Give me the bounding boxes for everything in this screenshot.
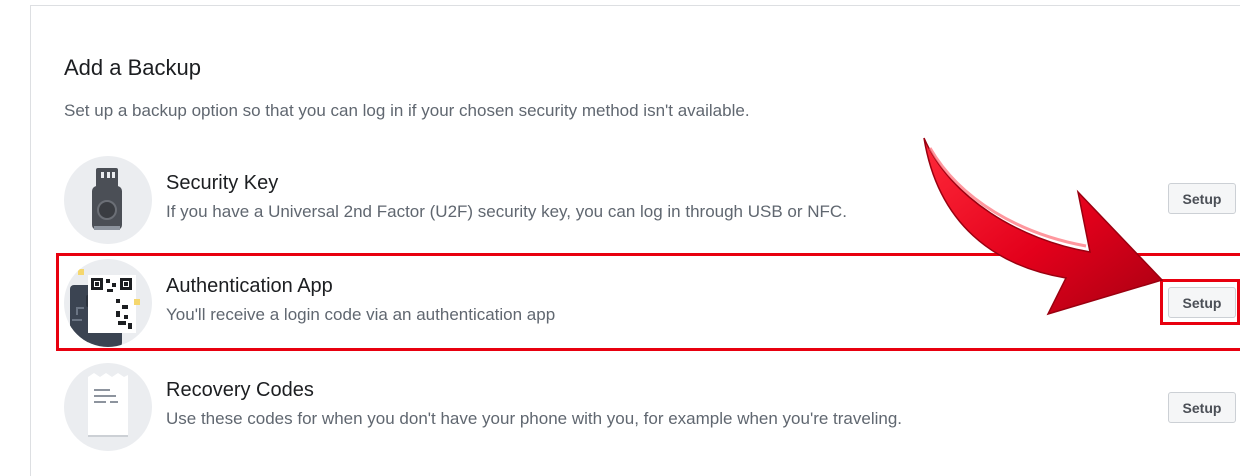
highlight-box-setup-button — [1160, 279, 1240, 325]
option-description: Use these codes for when you don't have … — [166, 409, 903, 428]
section-subtitle: Set up a backup option so that you can l… — [64, 101, 750, 120]
setup-button-security-key[interactable]: Setup — [1168, 183, 1236, 214]
section-title: Add a Backup — [64, 55, 201, 80]
option-description: If you have a Universal 2nd Factor (U2F)… — [166, 202, 847, 221]
option-title: Security Key — [166, 172, 279, 194]
option-title: Recovery Codes — [166, 379, 314, 401]
usb-security-key-icon — [64, 156, 152, 244]
option-recovery-codes: Recovery Codes Use these codes for when … — [64, 363, 1240, 453]
document-codes-icon — [64, 363, 152, 451]
red-arrow-icon — [923, 137, 1164, 316]
setup-button-recovery-codes[interactable]: Setup — [1168, 392, 1236, 423]
